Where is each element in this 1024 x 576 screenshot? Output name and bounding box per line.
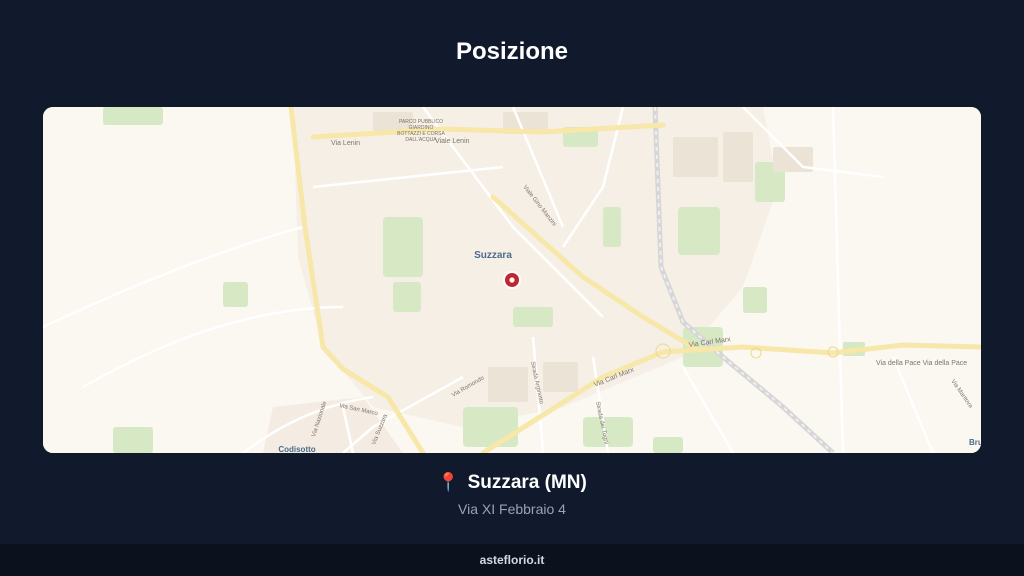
location-name: Suzzara (MN) — [467, 472, 587, 493]
location-address: Via XI Febbraio 4 — [458, 501, 566, 517]
town-label: Suzzara — [474, 250, 512, 261]
locality-label: Codisotto — [278, 445, 315, 453]
page-title: Posizione — [455, 38, 569, 65]
map-view[interactable]: PARCO PUBBLICO GIARDINO BOTTAZZI E CORSA… — [43, 107, 981, 453]
street-label-via-della-pace: Via della Pace Via della Pace — [876, 360, 967, 367]
map-canvas[interactable]: PARCO PUBBLICO GIARDINO BOTTAZZI E CORSA… — [43, 107, 981, 453]
street-label-via-lenin: Via Lenin — [331, 140, 360, 147]
location-marker[interactable] — [503, 271, 521, 289]
edge-locality-label: Bru — [969, 438, 981, 447]
footer-brand-link[interactable]: asteflorio.it — [0, 553, 1024, 567]
map-pin-icon: 📍 — [437, 472, 460, 492]
street-label-viale-lenin: Viale Lenin — [435, 138, 470, 145]
location-heading: 📍 Suzzara (MN) — [0, 472, 1024, 494]
park-label-line-4: DALL'ACQUA — [405, 137, 437, 143]
